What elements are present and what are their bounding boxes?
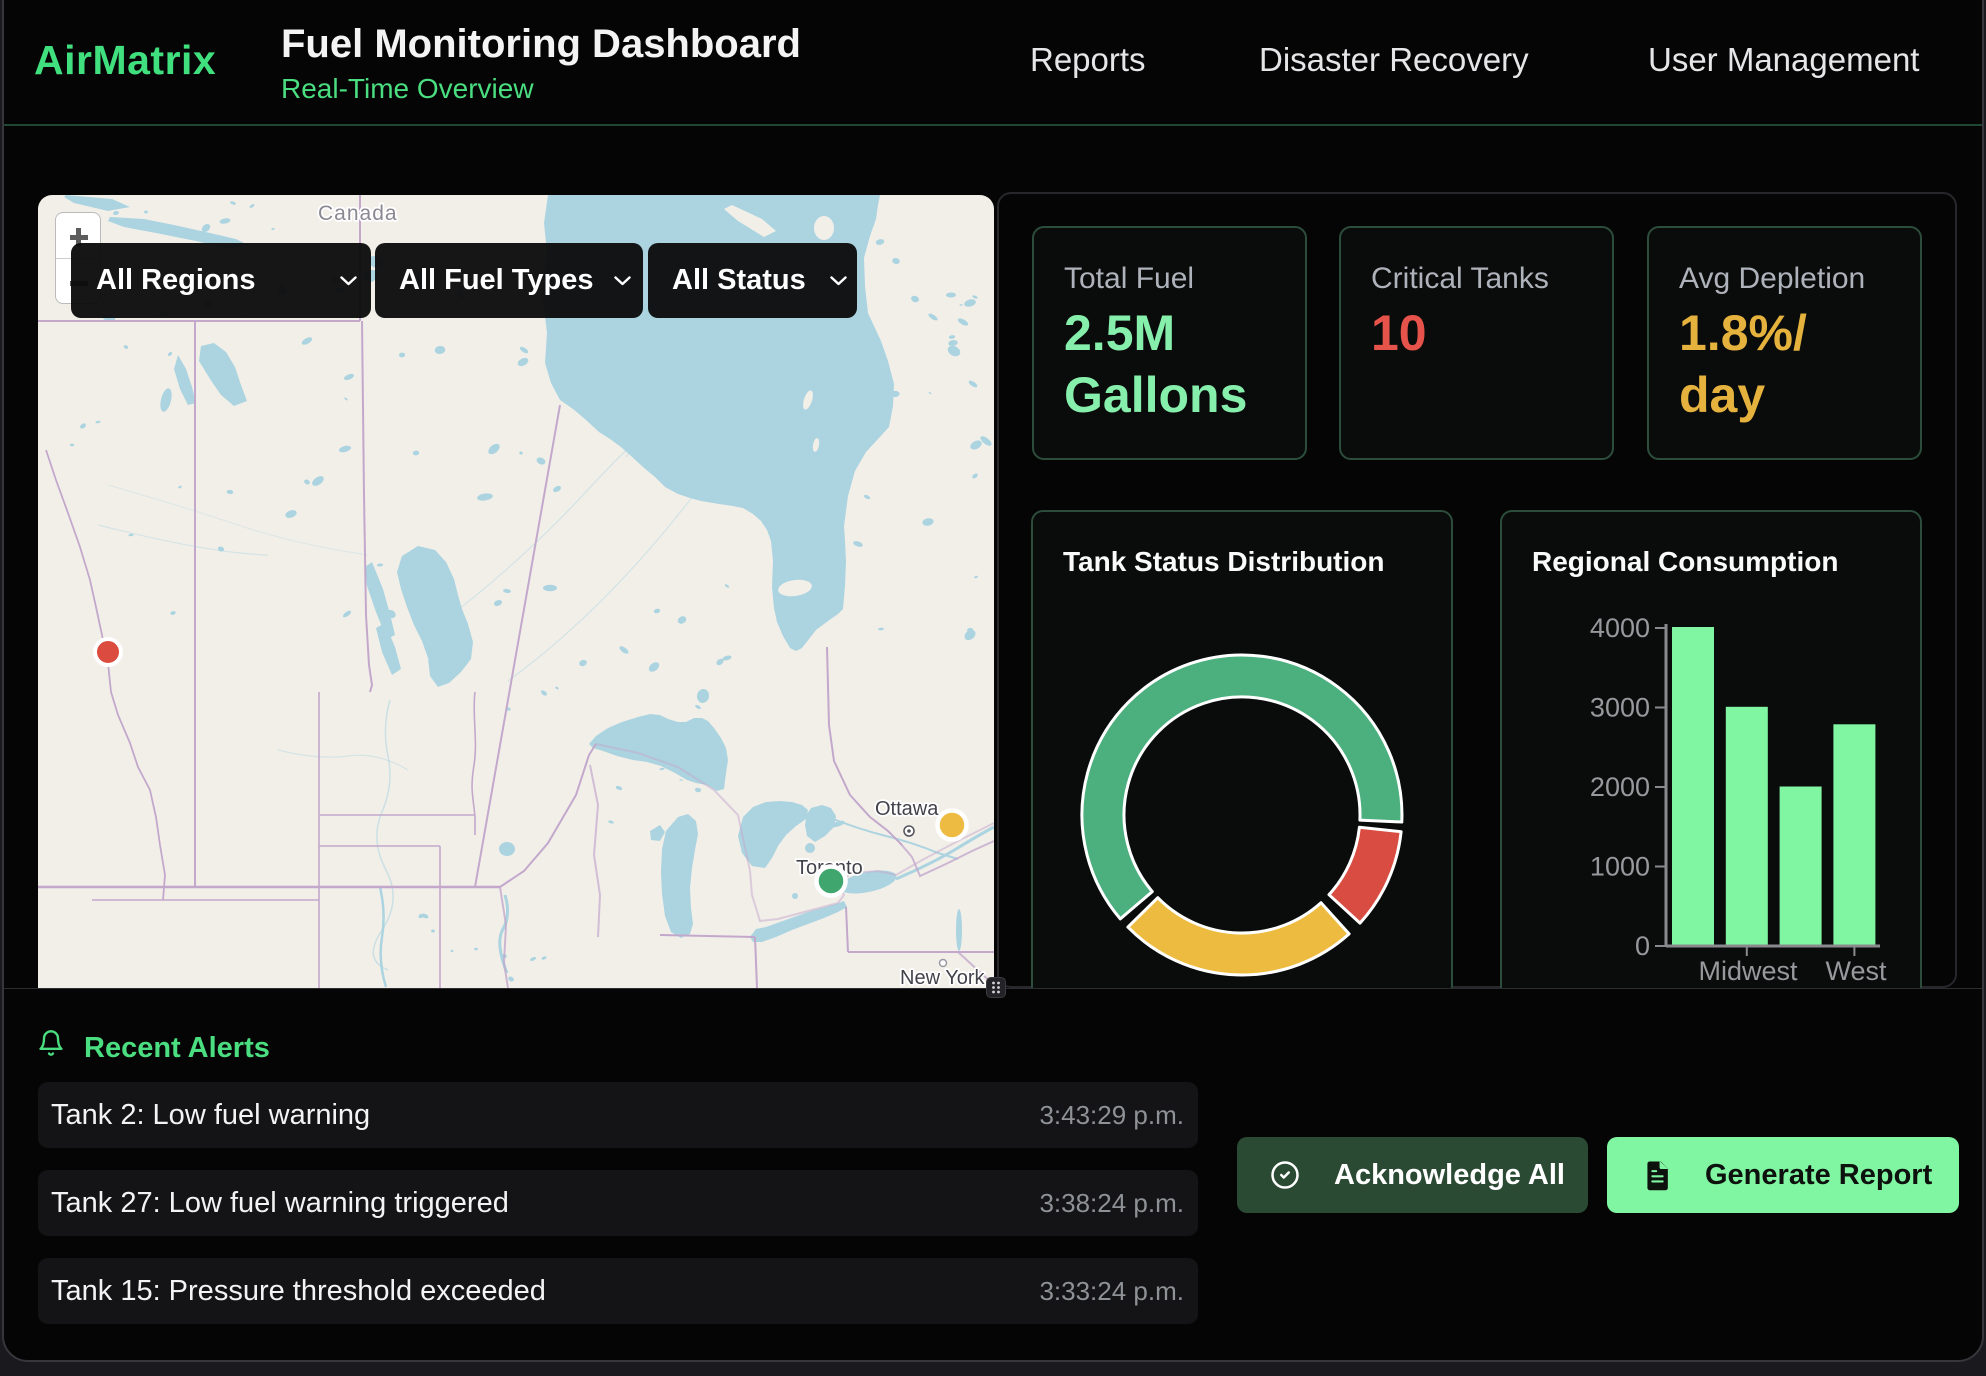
svg-text:1000: 1000 (1590, 852, 1650, 882)
svg-text:0: 0 (1635, 931, 1650, 961)
svg-text:2000: 2000 (1590, 772, 1650, 802)
svg-text:West: West (1825, 956, 1887, 986)
svg-text:New York: New York (900, 967, 985, 988)
svg-text:Midwest: Midwest (1698, 956, 1798, 986)
svg-text:Ottawa: Ottawa (875, 798, 939, 820)
svg-text:Canada: Canada (318, 202, 398, 225)
svg-text:3000: 3000 (1590, 693, 1650, 723)
svg-text:4000: 4000 (1590, 613, 1650, 643)
